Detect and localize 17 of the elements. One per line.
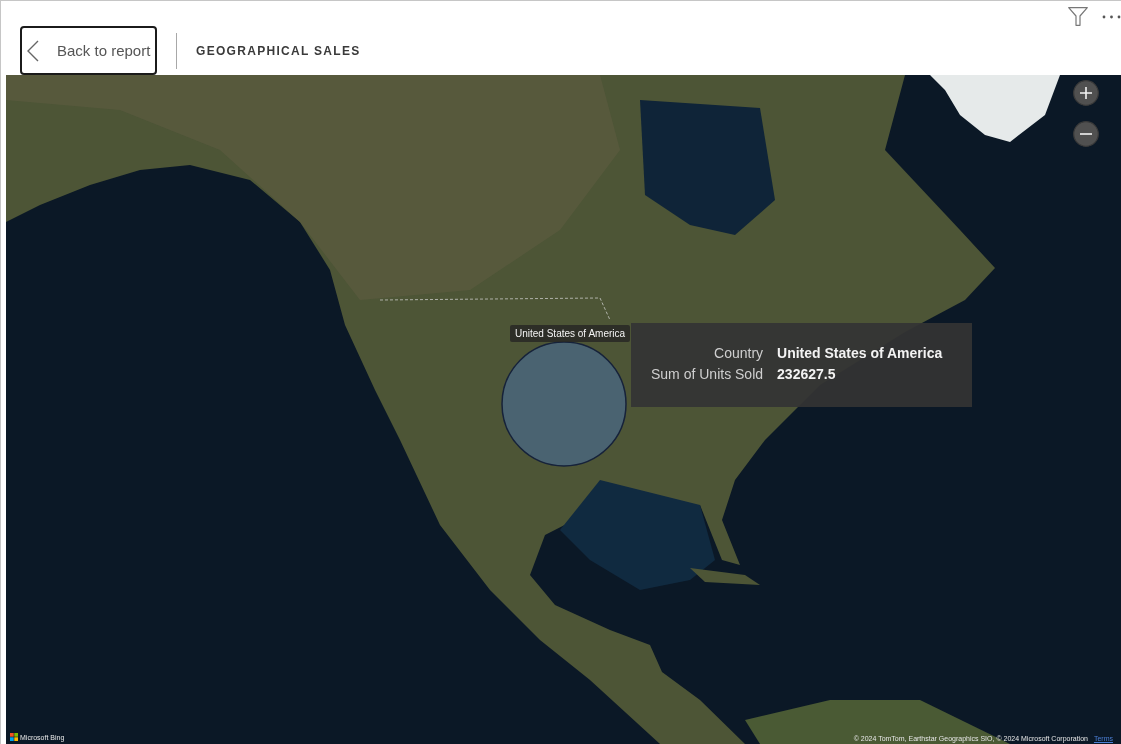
- chevron-left-icon: [27, 39, 39, 62]
- filter-button[interactable]: [1068, 7, 1088, 26]
- more-options-icon: [1102, 14, 1121, 19]
- four-squares-logo-icon: [10, 733, 18, 741]
- minus-icon: [1073, 121, 1099, 147]
- tooltip-value: United States of America: [777, 345, 943, 361]
- filter-icon: [1068, 7, 1088, 26]
- tooltip-label: Sum of Units Sold: [651, 366, 764, 382]
- more-options-button[interactable]: [1102, 14, 1121, 19]
- plus-icon: [1073, 80, 1099, 106]
- tooltip-value: 232627.5: [777, 366, 837, 382]
- back-to-report-button[interactable]: Back to report: [20, 26, 157, 75]
- bubble-label: United States of America: [510, 325, 631, 342]
- zoom-in-button[interactable]: [1073, 80, 1099, 106]
- page-title: GEOGRAPHICAL SALES: [196, 43, 361, 58]
- tooltip-label: Country: [713, 345, 764, 361]
- zoom-out-button[interactable]: [1073, 121, 1099, 147]
